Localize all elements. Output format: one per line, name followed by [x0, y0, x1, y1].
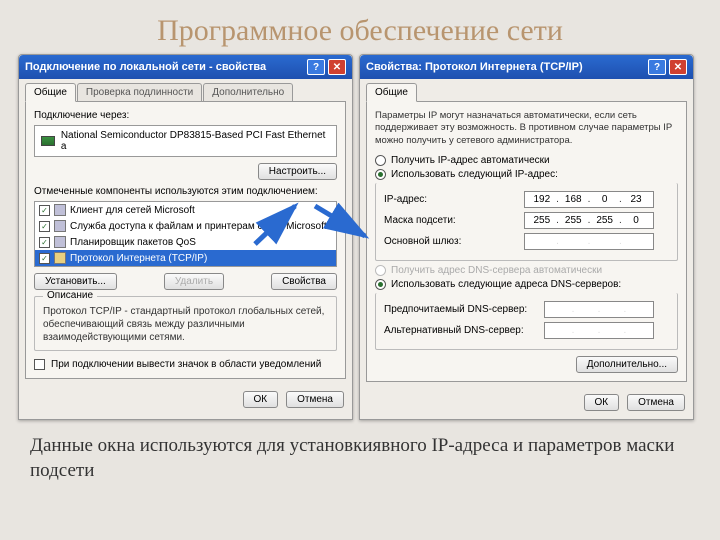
list-item-label: Планировщик пакетов QoS	[70, 237, 196, 248]
configure-button[interactable]: Настроить...	[258, 163, 337, 180]
dns-alt-input[interactable]: ...	[544, 322, 654, 339]
install-button[interactable]: Установить...	[34, 273, 117, 290]
adapter-name: National Semiconductor DP83815-Based PCI…	[61, 130, 330, 152]
list-item-label: Служба доступа к файлам и принтерам сете…	[70, 221, 327, 232]
adapter-box[interactable]: National Semiconductor DP83815-Based PCI…	[34, 125, 337, 157]
ip-group: IP-адрес: 192. 168. 0. 23 Маска подсети:…	[375, 183, 678, 261]
dialog-buttons-right: ОК Отмена	[360, 388, 693, 419]
advanced-button[interactable]: Дополнительно...	[576, 356, 678, 373]
titlebar-right[interactable]: Свойства: Протокол Интернета (TCP/IP) ? …	[360, 55, 693, 79]
ok-button[interactable]: ОК	[584, 394, 620, 411]
cancel-button[interactable]: Отмена	[286, 391, 344, 408]
list-item[interactable]: ✓ Клиент для сетей Microsoft	[35, 202, 336, 218]
ip-octet[interactable]: 168	[561, 194, 585, 205]
ip-input[interactable]: 192. 168. 0. 23	[524, 191, 654, 208]
component-icon	[54, 220, 66, 232]
windows-container: Подключение по локальной сети - свойства…	[0, 54, 720, 420]
list-item[interactable]: ✓ Планировщик пакетов QoS	[35, 234, 336, 250]
mask-field-row: Маска подсети: 255. 255. 255. 0	[384, 212, 669, 229]
checkbox-icon[interactable]	[34, 359, 45, 370]
component-icon	[54, 236, 66, 248]
ip-octet[interactable]: 192	[530, 194, 554, 205]
radio-auto-ip[interactable]: Получить IP-адрес автоматически	[375, 155, 678, 166]
close-icon[interactable]: ✕	[328, 59, 346, 75]
titlebar-left[interactable]: Подключение по локальной сети - свойства…	[19, 55, 352, 79]
radio-manual-ip-label: Использовать следующий IP-адрес:	[391, 169, 558, 180]
explain-text: Параметры IP могут назначаться автоматич…	[375, 110, 678, 147]
dns-alt-row: Альтернативный DNS-сервер: ...	[384, 322, 669, 339]
components-label: Отмеченные компоненты используются этим …	[34, 186, 337, 197]
dns-group: Предпочитаемый DNS-сервер: ... Альтернат…	[375, 293, 678, 350]
radio-auto-dns: Получить адрес DNS-сервера автоматически	[375, 265, 678, 276]
radio-icon	[375, 265, 386, 276]
lan-properties-window: Подключение по локальной сети - свойства…	[18, 54, 353, 420]
tab-general[interactable]: Общие	[25, 83, 76, 102]
radio-manual-dns[interactable]: Использовать следующие адреса DNS-сервер…	[375, 279, 678, 290]
remove-button: Удалить	[164, 273, 224, 290]
titlebar-right-text: Свойства: Протокол Интернета (TCP/IP)	[366, 61, 583, 73]
dns-pref-row: Предпочитаемый DNS-сервер: ...	[384, 301, 669, 318]
connect-through-label: Подключение через:	[34, 110, 337, 121]
tcpip-properties-window: Свойства: Протокол Интернета (TCP/IP) ? …	[359, 54, 694, 420]
titlebar-left-text: Подключение по локальной сети - свойства	[25, 61, 266, 73]
ip-octet[interactable]: 255	[530, 215, 554, 226]
ip-octet[interactable]: 0	[593, 194, 617, 205]
checkbox-icon[interactable]: ✓	[39, 221, 50, 232]
dns-alt-label: Альтернативный DNS-сервер:	[384, 325, 544, 336]
gateway-label: Основной шлюз:	[384, 236, 524, 247]
radio-manual-dns-label: Использовать следующие адреса DNS-сервер…	[391, 279, 621, 290]
component-icon	[54, 204, 66, 216]
nic-icon	[41, 136, 55, 146]
tab-general[interactable]: Общие	[366, 83, 417, 102]
radio-auto-ip-label: Получить IP-адрес автоматически	[391, 155, 550, 166]
ip-octet[interactable]: 255	[593, 215, 617, 226]
list-item-label: Клиент для сетей Microsoft	[70, 205, 195, 216]
ip-octet[interactable]: 0	[624, 215, 648, 226]
list-item-label: Протокол Интернета (TCP/IP)	[70, 253, 207, 264]
checkbox-icon[interactable]: ✓	[39, 237, 50, 248]
checkbox-icon[interactable]: ✓	[39, 253, 50, 264]
radio-auto-dns-label: Получить адрес DNS-сервера автоматически	[391, 265, 602, 276]
tray-icon-checkbox-row[interactable]: При подключении вывести значок в области…	[34, 359, 337, 370]
checkbox-icon[interactable]: ✓	[39, 205, 50, 216]
radio-manual-ip[interactable]: Использовать следующий IP-адрес:	[375, 169, 678, 180]
dialog-buttons-left: ОК Отмена	[19, 385, 352, 416]
ip-field-row: IP-адрес: 192. 168. 0. 23	[384, 191, 669, 208]
ok-button[interactable]: ОК	[243, 391, 279, 408]
panel-right: Параметры IP могут назначаться автоматич…	[366, 101, 687, 382]
tabs-right: Общие	[360, 79, 693, 101]
radio-icon[interactable]	[375, 279, 386, 290]
tabs-left: Общие Проверка подлинности Дополнительно	[19, 79, 352, 101]
list-item-tcpip[interactable]: ✓ Протокол Интернета (TCP/IP)	[35, 250, 336, 266]
component-buttons: Установить... Удалить Свойства	[34, 273, 337, 290]
help-button[interactable]: ?	[307, 59, 325, 75]
close-icon[interactable]: ✕	[669, 59, 687, 75]
slide-title: Программное обеспечение сети	[0, 0, 720, 54]
ip-octet[interactable]: 255	[561, 215, 585, 226]
panel-left: Подключение через: National Semiconducto…	[25, 101, 346, 379]
protocol-icon	[54, 252, 66, 264]
cancel-button[interactable]: Отмена	[627, 394, 685, 411]
dns-pref-input[interactable]: ...	[544, 301, 654, 318]
gateway-field-row: Основной шлюз: ...	[384, 233, 669, 250]
ip-octet[interactable]: 23	[624, 194, 648, 205]
help-button[interactable]: ?	[648, 59, 666, 75]
description-text: Протокол TCP/IP - стандартный протокол г…	[43, 305, 328, 344]
radio-icon[interactable]	[375, 169, 386, 180]
properties-button[interactable]: Свойства	[271, 273, 337, 290]
mask-input[interactable]: 255. 255. 255. 0	[524, 212, 654, 229]
tab-auth[interactable]: Проверка подлинности	[77, 83, 202, 101]
dns-pref-label: Предпочитаемый DNS-сервер:	[384, 304, 544, 315]
gateway-input[interactable]: ...	[524, 233, 654, 250]
description-group: Описание Протокол TCP/IP - стандартный п…	[34, 296, 337, 351]
radio-icon[interactable]	[375, 155, 386, 166]
mask-label: Маска подсети:	[384, 215, 524, 226]
list-item[interactable]: ✓ Служба доступа к файлам и принтерам се…	[35, 218, 336, 234]
ip-label: IP-адрес:	[384, 194, 524, 205]
slide-caption: Данные окна используются для установкияв…	[0, 420, 720, 483]
tab-advanced[interactable]: Дополнительно	[203, 83, 293, 101]
components-list[interactable]: ✓ Клиент для сетей Microsoft ✓ Служба до…	[34, 201, 337, 267]
description-legend: Описание	[43, 290, 97, 301]
tray-icon-label: При подключении вывести значок в области…	[51, 359, 321, 370]
